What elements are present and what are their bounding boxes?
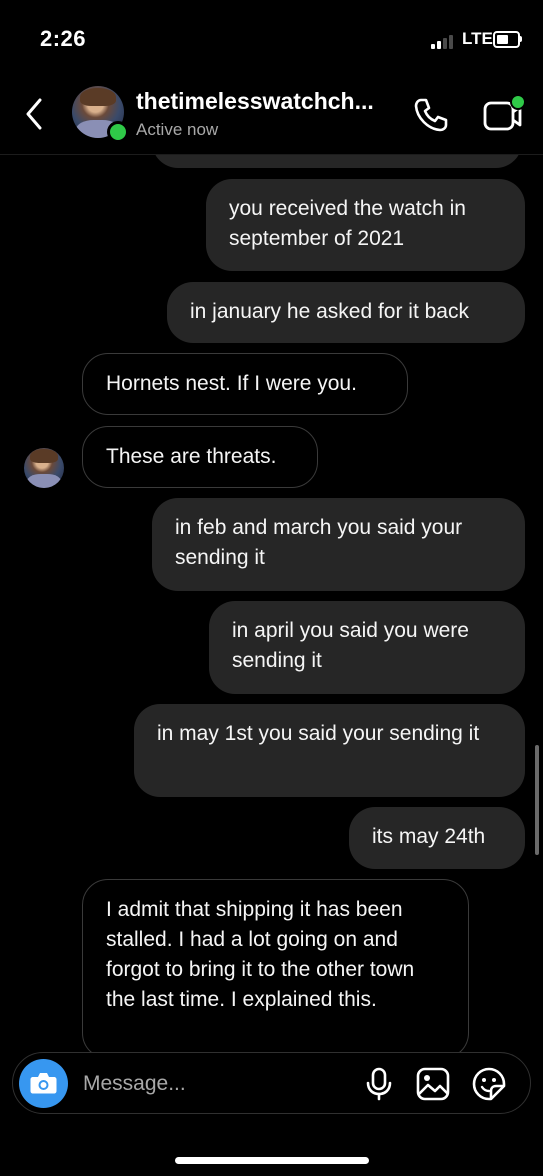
video-active-dot [510, 94, 526, 110]
scrollbar[interactable] [535, 745, 539, 855]
sticker-icon [472, 1067, 506, 1101]
message-bubble-sent[interactable]: you received the watch in september of 2… [206, 179, 525, 271]
message-bubble-sent[interactable]: in april you said you were sending it [209, 601, 525, 694]
message-bubble-sent[interactable]: in may 1st you said your sending it [134, 704, 525, 797]
contact-avatar[interactable] [72, 86, 129, 143]
message-bubble-sent[interactable]: its may 24th [349, 807, 525, 869]
message-bubble-received[interactable]: These are threats. [82, 426, 318, 488]
back-chevron-icon [26, 98, 42, 130]
message-text: in feb and march you said your sending i… [175, 516, 463, 569]
voice-message-button[interactable] [364, 1067, 394, 1101]
back-button[interactable] [20, 96, 50, 132]
message-bubble-received[interactable]: I admit that shipping it has been stalle… [82, 879, 469, 1059]
network-type: LTE [462, 29, 493, 48]
contact-status: Active now [136, 120, 219, 139]
camera-button[interactable] [19, 1059, 68, 1108]
gallery-icon [416, 1067, 450, 1101]
phone-icon [414, 98, 448, 132]
camera-icon [30, 1073, 57, 1094]
message-text: its may 24th [372, 825, 486, 848]
message-text: These are threats. [106, 445, 277, 468]
microphone-icon [366, 1067, 392, 1101]
battery-cap [520, 36, 522, 42]
message-text: in may 1st you said your sending it [157, 722, 480, 745]
message-text: in january he asked for it back [190, 300, 469, 323]
message-text: you received the watch in september of 2… [229, 197, 466, 250]
status-time: 2:26 [40, 26, 87, 51]
message-input[interactable] [81, 1067, 355, 1101]
message-composer [12, 1052, 531, 1114]
sender-avatar[interactable] [24, 448, 64, 488]
message-bubble-sent[interactable]: in january he asked for it back [167, 282, 525, 343]
message-bubble-sent[interactable]: in feb and march you said your sending i… [152, 498, 525, 591]
signal-strength-icon [431, 33, 457, 49]
sticker-button[interactable] [472, 1067, 506, 1101]
message-text: I admit that shipping it has been stalle… [106, 898, 415, 1011]
video-call-button[interactable] [482, 94, 526, 134]
home-indicator[interactable] [175, 1157, 369, 1164]
message-bubble-received[interactable]: Hornets nest. If I were you. [82, 353, 408, 415]
message-text: in april you said you were sending it [232, 619, 469, 672]
gallery-button[interactable] [416, 1067, 450, 1101]
battery-icon [493, 31, 520, 48]
message-text: Hornets nest. If I were you. [106, 372, 357, 395]
status-bar: 2:26 LTE [0, 0, 543, 80]
online-indicator [107, 121, 129, 143]
contact-name[interactable]: thetimelesswatchch... [136, 88, 374, 115]
chat-header: thetimelesswatchch... Active now [0, 80, 543, 155]
audio-call-button[interactable] [412, 96, 450, 134]
